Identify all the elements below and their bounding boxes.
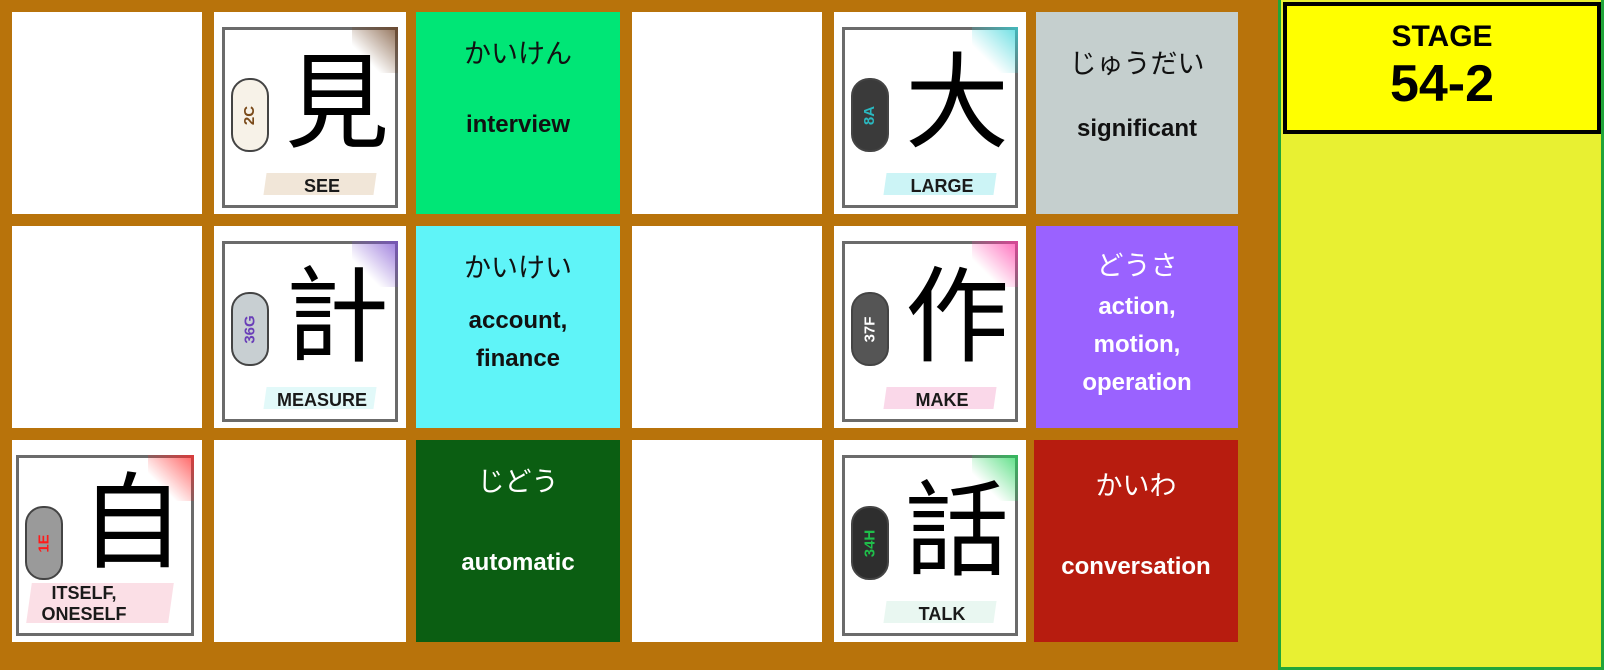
kanji-meaning: MEASURE [276,390,367,410]
kanji-card-frame: 37F 作 MAKE [842,241,1018,422]
kanji-card[interactable]: 8A 大 LARGE [834,12,1026,214]
empty-slot[interactable] [632,440,822,642]
word-card[interactable]: じゅうだい significant [1036,12,1238,214]
kanji-glyph: 自 [79,462,184,584]
word-meaning: conversation [1061,553,1211,580]
empty-slot[interactable] [12,226,202,428]
word-kana: かいけん [464,39,572,70]
word-kana: じどう [477,467,559,498]
kanji-card-frame: 34H 話 TALK [842,455,1018,636]
word-card[interactable]: どうさ action, motion, operation [1036,226,1238,428]
empty-slot[interactable] [12,12,202,214]
kanji-card[interactable]: 2C 見 SEE [214,12,406,214]
kanji-meaning: LARGE [910,176,974,196]
kanji-glyph: 計 [285,256,390,378]
kanji-card[interactable]: 36G 計 MEASURE [214,226,406,428]
word-meaning: interview [465,111,571,138]
empty-slot[interactable] [214,440,406,642]
stage-header: STAGE 54-2 [1283,2,1601,134]
kanji-code: 34H [853,508,887,578]
kanji-code-text: 2C [241,105,259,125]
thought-cloud-icon: 2C [231,78,269,152]
thought-cloud-icon: 37F [851,292,889,366]
word-card[interactable]: じどう automatic [416,440,620,642]
kanji-code: 8A [853,80,887,150]
kanji-card-frame: 8A 大 LARGE [842,27,1018,208]
word-meaning: automatic [461,549,575,576]
thought-cloud-icon: 36G [231,292,269,366]
kanji-glyph: 見 [285,42,390,164]
kanji-code: 2C [233,80,267,150]
kanji-code: 36G [233,294,267,364]
word-meaning: account, finance [468,307,568,372]
kanji-glyph: 大 [905,42,1010,164]
word-kana: かいけい [464,253,572,284]
word-kana: かいわ [1095,471,1177,502]
kanji-code-text: 1E [35,533,53,553]
word-card[interactable]: かいわ conversation [1034,440,1238,642]
stage-label: STAGE [1391,20,1493,53]
thought-cloud-icon: 1E [25,506,63,580]
kanji-code-text: 37F [861,316,879,342]
kanji-card[interactable]: 1E 自 ITSELF, ONESELF [12,440,202,642]
kanji-card[interactable]: 34H 話 TALK [834,440,1026,642]
kanji-code-text: 36G [241,314,259,344]
kanji-card[interactable]: 37F 作 MAKE [834,226,1026,428]
word-meaning: significant [1076,115,1197,142]
kanji-card-frame: 36G 計 MEASURE [222,241,398,422]
kanji-code: 1E [27,508,61,578]
kanji-meaning: MAKE [915,390,969,410]
kanji-glyph: 作 [905,256,1010,378]
thought-cloud-icon: 34H [851,506,889,580]
empty-slot[interactable] [632,12,822,214]
kanji-code-text: 8A [861,105,879,125]
kanji-meaning: SEE [303,176,341,196]
kanji-code-text: 34H [861,529,879,557]
stage-panel: STAGE 54-2 [1278,0,1604,670]
word-card[interactable]: かいけん interview [416,12,620,214]
word-meaning: action, motion, operation [1082,293,1192,396]
kanji-meaning: TALK [918,604,966,624]
game-board: 2C 見 SEE かいけん interview 8A 大 LARGE じゅうだい… [0,0,1278,670]
kanji-card-frame: 2C 見 SEE [222,27,398,208]
word-kana: どうさ [1096,251,1178,282]
word-card[interactable]: かいけい account, finance [416,226,620,428]
thought-cloud-icon: 8A [851,78,889,152]
word-kana: じゅうだい [1069,49,1205,80]
kanji-code: 37F [853,294,887,364]
kanji-meaning: ITSELF, ONESELF [41,583,127,624]
stage-number: 54-2 [1389,55,1495,113]
kanji-card-frame: 1E 自 ITSELF, ONESELF [16,455,194,636]
empty-slot[interactable] [632,226,822,428]
kanji-glyph: 話 [905,470,1010,592]
